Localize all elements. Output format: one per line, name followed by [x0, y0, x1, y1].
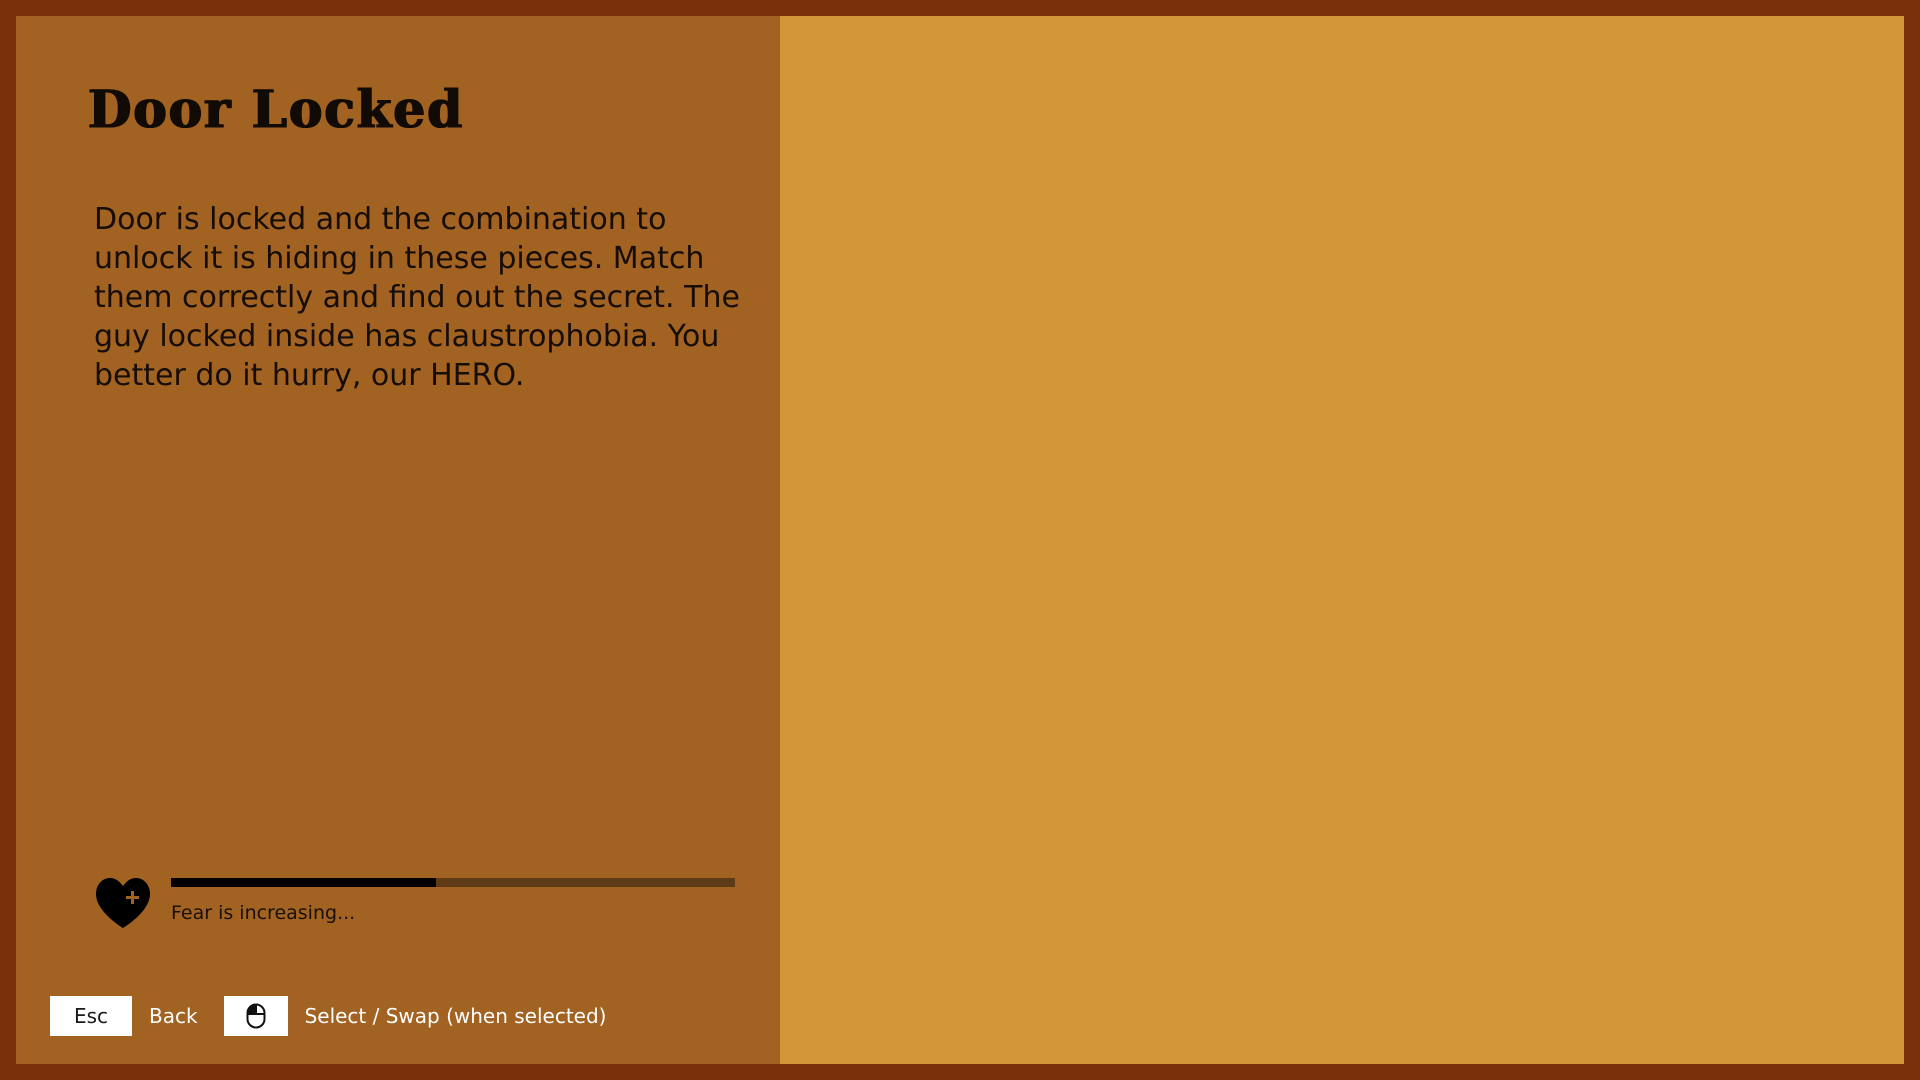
- puzzle-board-area[interactable]: [780, 16, 1904, 1064]
- mouse-left-click-icon: [246, 1003, 266, 1029]
- level-description: Door is locked and the combination to un…: [94, 202, 740, 393]
- fear-meter-fill: [171, 878, 437, 887]
- esc-key-label: Esc: [73, 1004, 109, 1028]
- game-frame: Door Locked Door is locked and the combi…: [16, 16, 1904, 1064]
- esc-key-button[interactable]: Esc: [50, 996, 132, 1036]
- back-hint-label: Back: [149, 1004, 198, 1028]
- fear-status-text: Fear is increasing...: [171, 902, 356, 924]
- mouse-key-badge: [223, 996, 288, 1036]
- level-title: Door Locked: [88, 78, 465, 140]
- heart-plus-icon: [96, 878, 150, 928]
- controls-hint-bar: Esc Back Select / Swap (when selected): [50, 996, 606, 1036]
- info-panel: Door Locked Door is locked and the combi…: [16, 16, 780, 1064]
- fear-meter: [171, 878, 735, 887]
- select-swap-hint-label: Select / Swap (when selected): [304, 1004, 607, 1028]
